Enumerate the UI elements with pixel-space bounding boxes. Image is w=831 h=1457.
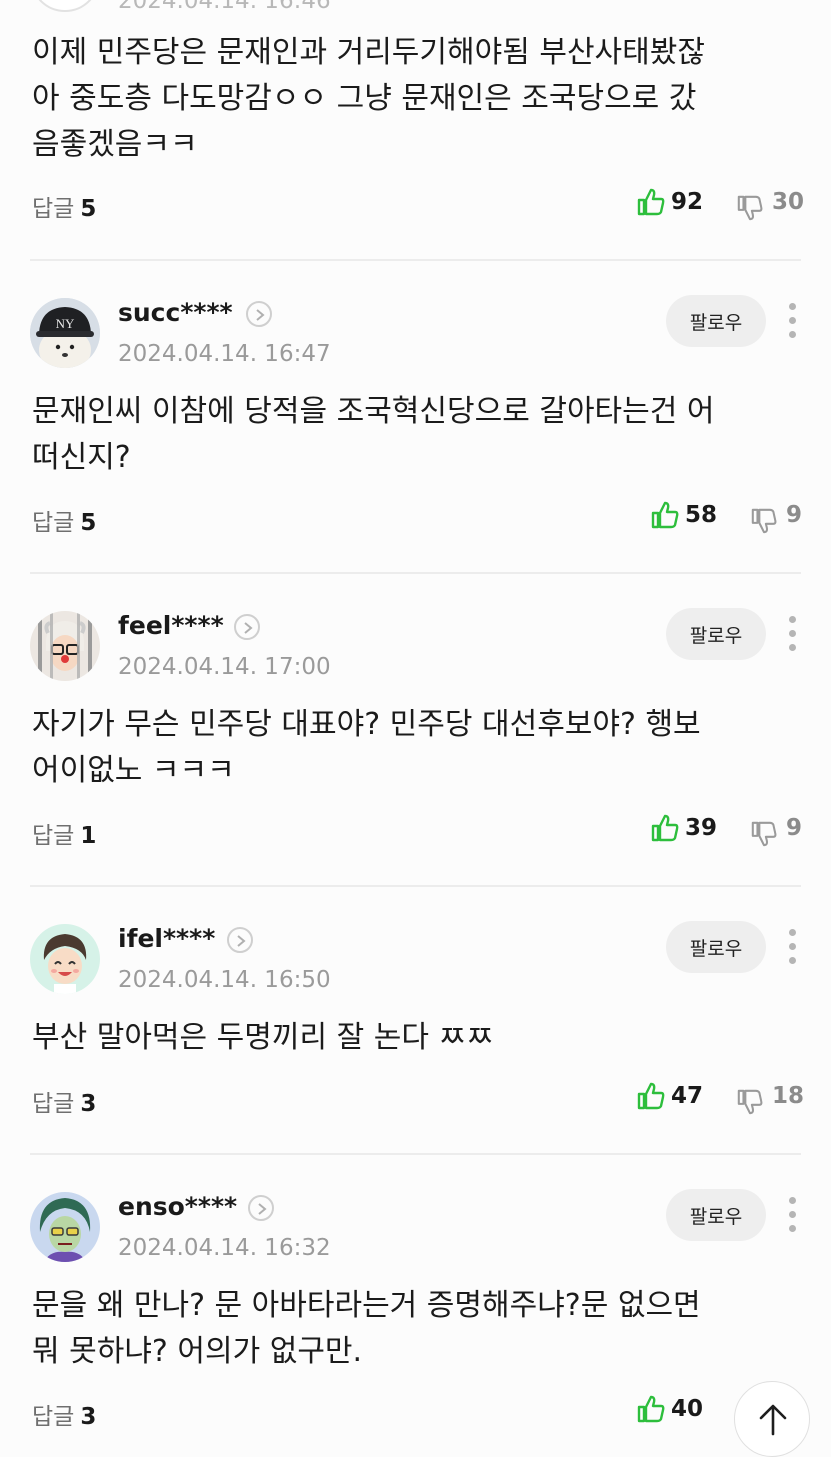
reply-count: 3 xyxy=(80,1091,97,1117)
thumbs-down-icon[interactable] xyxy=(736,1088,764,1116)
reply-button[interactable]: 답글 3 xyxy=(32,1397,96,1431)
reply-label: 답글 xyxy=(32,510,75,536)
thumbs-down-icon[interactable] xyxy=(750,820,778,848)
reply-button[interactable]: 답글 1 xyxy=(32,816,96,850)
comment-date: 2024.04.14. 17:00 xyxy=(118,654,331,680)
dislike-count: 18 xyxy=(772,1083,805,1109)
avatar[interactable] xyxy=(30,924,100,994)
reply-button[interactable]: 답글 3 xyxy=(32,1084,96,1118)
comment-item: feel**** 2024.04.14. 17:00 팔로우 자기가 무슨 민주… xyxy=(0,573,831,885)
thumbs-up-icon[interactable] xyxy=(636,1081,666,1111)
chevron-right-icon[interactable] xyxy=(234,614,260,640)
thumbs-up-icon[interactable] xyxy=(636,187,666,217)
comment-text: 문재인씨 이참에 당적을 조국혁신당으로 갈아타는건 어 떠신지? xyxy=(32,394,715,475)
follow-button[interactable]: 팔로우 xyxy=(666,608,766,660)
like-count: 92 xyxy=(671,189,704,215)
avatar[interactable] xyxy=(30,611,100,681)
comment-text: 문을 왜 만나? 문 아바타라는거 증명해주냐?문 없으면 뭐 못하냐? 어의가… xyxy=(32,1288,701,1369)
thumbs-down-icon[interactable] xyxy=(750,507,778,535)
reply-label: 답글 xyxy=(32,1404,75,1430)
follow-button[interactable]: 팔로우 xyxy=(666,921,766,973)
comment-item: NY succ**** 2024.04.14. 16:47 팔로우 문재인씨 이… xyxy=(0,260,831,572)
comment-date: 2024.04.14. 16:32 xyxy=(118,1235,331,1261)
scroll-top-button[interactable] xyxy=(734,1381,810,1457)
more-vertical-icon[interactable] xyxy=(786,929,800,965)
reply-count: 5 xyxy=(80,510,97,536)
username[interactable]: enso**** xyxy=(118,1192,237,1221)
username[interactable]: feel**** xyxy=(118,611,224,640)
more-vertical-icon[interactable] xyxy=(786,1197,800,1233)
like-count: 40 xyxy=(671,1396,704,1422)
more-vertical-icon[interactable] xyxy=(786,303,800,339)
chevron-right-icon[interactable] xyxy=(227,927,253,953)
like-count: 58 xyxy=(685,502,718,528)
svg-text:NY: NY xyxy=(56,316,75,331)
chevron-right-icon[interactable] xyxy=(246,301,272,327)
reply-button[interactable]: 답글 5 xyxy=(32,503,96,537)
comment-item: 2024.04.14. 16:46 이제 민주당은 문재인과 거리두기해야됨 부… xyxy=(0,0,831,260)
comment-item: enso**** 2024.04.14. 16:32 팔로우 문을 왜 만나? … xyxy=(0,1154,831,1440)
dislike-count: 9 xyxy=(786,815,803,841)
thumbs-up-icon[interactable] xyxy=(650,500,680,530)
reply-label: 답글 xyxy=(32,1091,75,1117)
username[interactable]: ifel**** xyxy=(118,924,215,953)
like-count: 39 xyxy=(685,815,718,841)
more-vertical-icon[interactable] xyxy=(786,616,800,652)
arrow-up-icon xyxy=(759,1404,787,1436)
thumbs-down-icon[interactable] xyxy=(736,194,764,222)
comment-text: 부산 말아먹은 두명끼리 잘 논다 ㅉㅉ xyxy=(32,1020,494,1055)
reply-label: 답글 xyxy=(32,823,75,849)
dislike-count: 30 xyxy=(772,189,805,215)
thumbs-up-icon[interactable] xyxy=(650,813,680,843)
comment-text: 자기가 무슨 민주당 대표야? 민주당 대선후보야? 행보 어이없노 ㅋㅋㅋ xyxy=(32,707,701,788)
like-count: 47 xyxy=(671,1083,704,1109)
reply-label: 답글 xyxy=(32,196,75,222)
comment-date: 2024.04.14. 16:50 xyxy=(118,967,331,993)
username[interactable]: succ**** xyxy=(118,298,233,327)
dislike-count: 9 xyxy=(786,502,803,528)
reply-count: 3 xyxy=(80,1404,97,1430)
comment-date: 2024.04.14. 16:47 xyxy=(118,341,331,367)
avatar[interactable]: NY xyxy=(30,298,100,368)
reply-count: 5 xyxy=(80,196,97,222)
comment-item: ifel**** 2024.04.14. 16:50 팔로우 부산 말아먹은 두… xyxy=(0,886,831,1153)
avatar[interactable] xyxy=(30,1192,100,1262)
comment-date: 2024.04.14. 16:46 xyxy=(118,0,331,14)
avatar[interactable] xyxy=(30,0,100,12)
reply-count: 1 xyxy=(80,823,97,849)
chevron-right-icon[interactable] xyxy=(248,1195,274,1221)
follow-button[interactable]: 팔로우 xyxy=(666,295,766,347)
comment-text: 이제 민주당은 문재인과 거리두기해야됨 부산사태봤잖 아 중도층 다도망감ㅇㅇ… xyxy=(32,35,705,162)
thumbs-up-icon[interactable] xyxy=(636,1394,666,1424)
follow-button[interactable]: 팔로우 xyxy=(666,1189,766,1241)
reply-button[interactable]: 답글 5 xyxy=(32,189,96,223)
